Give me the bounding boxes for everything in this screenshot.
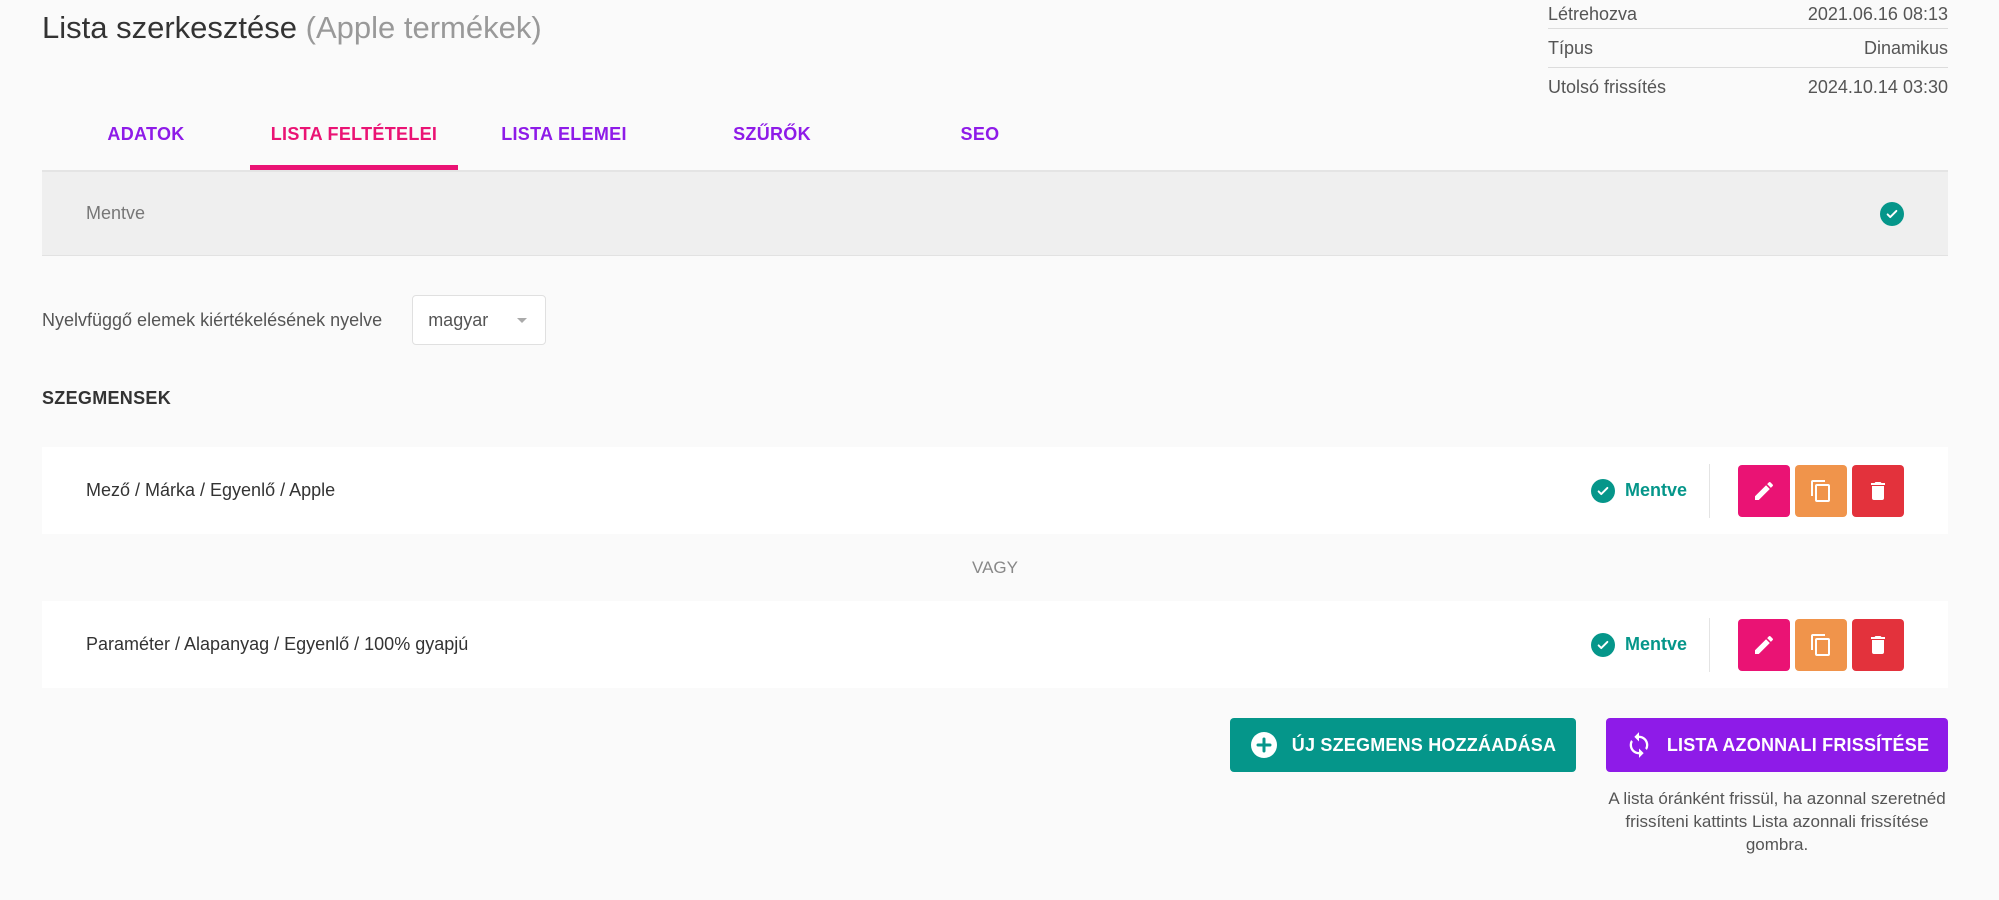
pencil-icon [1755, 481, 1774, 500]
meta-row-last-update: Utolsó frissítés 2024.10.14 03:30 [1548, 68, 1948, 107]
meta-label: Utolsó frissítés [1548, 77, 1667, 97]
copy-button[interactable] [1795, 618, 1847, 671]
or-separator: VAGY [972, 558, 1018, 577]
tab-list-items[interactable]: LISTA ELEMEI [460, 112, 668, 170]
language-setting: Nyelvfüggő elemek kiértékelésének nyelve… [42, 294, 547, 346]
language-selected-value: magyar [428, 309, 489, 330]
meta-value: 2021.06.16 08:13 [1807, 3, 1948, 24]
edit-button[interactable] [1738, 618, 1790, 671]
refresh-list-label: LISTA AZONNALI FRISSÍTÉSE [1666, 734, 1930, 755]
segment-status-label: Mentve [1624, 480, 1687, 500]
plus-circle-icon [1250, 732, 1277, 758]
meta-row-type: Típus Dinamikus [1548, 29, 1948, 68]
save-status-bar: Mentve [42, 172, 1948, 256]
tab-data[interactable]: ADATOK [42, 112, 250, 170]
copy-icon [1811, 633, 1830, 656]
trash-icon [1871, 635, 1885, 654]
add-segment-button[interactable]: ÚJ SZEGMENS HOZZÁADÁSA [1230, 718, 1576, 772]
check-circle-icon [1880, 201, 1904, 226]
refresh-icon [1629, 732, 1649, 758]
tab-filters[interactable]: SZŰRŐK [668, 112, 876, 170]
segment-row: Mező / Márka / Egyenlő / Apple Mentve [42, 447, 1948, 534]
list-meta-info: Létrehozva 2021.06.16 08:13 Típus Dinami… [1548, 0, 1948, 107]
segment-status-label: Mentve [1624, 634, 1687, 654]
meta-value: Dinamikus [1863, 37, 1948, 58]
check-circle-icon [1590, 632, 1615, 657]
segment-condition: Paraméter / Alapanyag / Egyenlő / 100% g… [86, 634, 469, 654]
segment-actions [1738, 464, 1904, 517]
segment-status: Mentve [1590, 463, 1710, 518]
trash-icon [1871, 481, 1885, 500]
meta-row-created: Létrehozva 2021.06.16 08:13 [1548, 0, 1948, 29]
page-subtitle: (Apple termékek) [305, 10, 542, 45]
segment-status: Mentve [1590, 617, 1710, 672]
caret-down-icon [517, 317, 528, 323]
edit-button[interactable] [1738, 464, 1790, 517]
tab-bar: ADATOK LISTA FELTÉTELEI LISTA ELEMEI SZŰ… [42, 112, 1948, 172]
meta-value: 2024.10.14 03:30 [1807, 77, 1948, 97]
segments-title: SZEGMENSEK [42, 388, 172, 408]
pencil-icon [1755, 635, 1774, 654]
segment-row: Paraméter / Alapanyag / Egyenlő / 100% g… [42, 601, 1948, 688]
save-status-label: Mentve [86, 203, 146, 223]
language-select[interactable]: magyar [412, 295, 547, 345]
tab-list-conditions[interactable]: LISTA FELTÉTELEI [250, 112, 458, 170]
segment-actions [1738, 618, 1904, 671]
check-circle-icon [1590, 478, 1615, 503]
segment-condition: Mező / Márka / Egyenlő / Apple [86, 480, 336, 500]
copy-button[interactable] [1795, 464, 1847, 517]
add-segment-label: ÚJ SZEGMENS HOZZÁADÁSA [1291, 734, 1557, 755]
meta-label: Típus [1548, 37, 1594, 58]
refresh-hint: A lista óránként frissül, ha azonnal sze… [1608, 789, 1946, 854]
tab-seo[interactable]: SEO [876, 112, 1084, 170]
page-title: Lista szerkesztése (Apple termékek) [42, 10, 542, 46]
page-title-text: Lista szerkesztése [42, 10, 297, 45]
refresh-list-button[interactable]: LISTA AZONNALI FRISSÍTÉSE [1606, 718, 1948, 772]
language-label: Nyelvfüggő elemek kiértékelésének nyelve [42, 309, 383, 330]
meta-label: Létrehozva [1548, 3, 1638, 24]
copy-icon [1811, 479, 1830, 502]
delete-button[interactable] [1852, 618, 1904, 671]
delete-button[interactable] [1852, 464, 1904, 517]
